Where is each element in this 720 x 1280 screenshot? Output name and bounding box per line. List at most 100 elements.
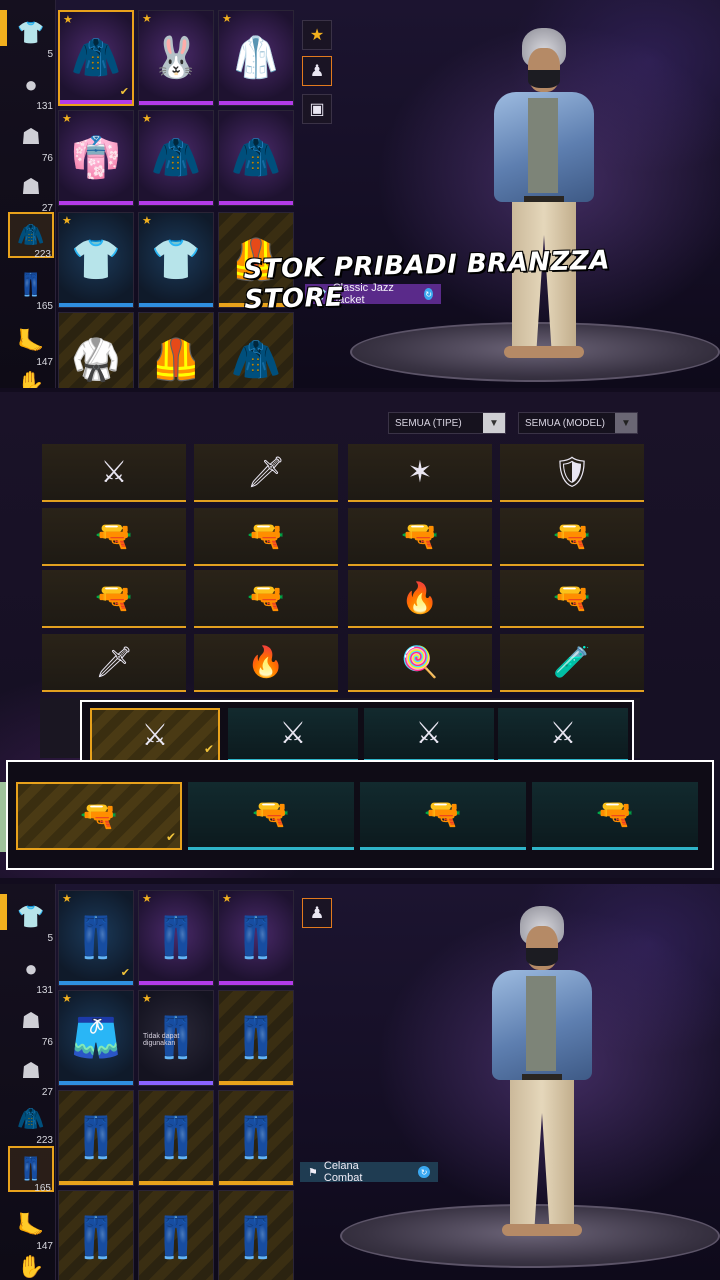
katana-slot[interactable]: ⚔ — [364, 708, 494, 762]
katana-slot[interactable]: ⚔ ✔ — [90, 708, 220, 762]
shotgun-slot[interactable]: 🔫 — [188, 782, 354, 850]
rail-category-pants[interactable]: 👖 165 — [8, 1146, 54, 1194]
rail-category-mask[interactable]: ☗ 76 — [8, 998, 54, 1049]
katana-slot[interactable]: ⚔ — [228, 708, 358, 762]
item-preview: 👕 — [151, 238, 201, 282]
item-slot[interactable]: 👖 — [218, 1190, 294, 1280]
item-slot[interactable]: 👖 — [218, 990, 294, 1086]
rail-category-mask[interactable]: ☗ 76 — [8, 114, 54, 165]
star-icon: ★ — [63, 14, 73, 26]
shotgun-slot[interactable]: 🔫 — [360, 782, 526, 850]
weapon-slot[interactable]: 🔫 — [500, 570, 644, 628]
weapon-slot[interactable]: 🔥 — [194, 634, 338, 692]
weapon-slot[interactable]: 🔫 — [42, 570, 186, 628]
weapon-preview: 🔫 — [553, 581, 591, 615]
item-preview: 🧥 — [231, 338, 281, 382]
weapon-slot[interactable]: 🔫 — [42, 508, 186, 566]
feet-icon: 🦶 — [17, 1212, 45, 1237]
item-slot[interactable]: 👖 ★ Tidak dapat digunakan — [138, 990, 214, 1086]
weapon-slot[interactable]: 🍭 — [348, 634, 492, 692]
rail-category-jacket[interactable]: 🧥 223 — [8, 1096, 54, 1147]
rail-category-feet[interactable]: 🦶 147 — [8, 1202, 54, 1253]
item-slot[interactable]: 👖 — [138, 1190, 214, 1280]
weapon-slot[interactable]: 🔫 — [194, 508, 338, 566]
item-preview: 👖 — [71, 1216, 121, 1260]
rail-category-shirt[interactable]: 👕 5 — [8, 894, 54, 945]
item-slot[interactable]: 🥋 — [58, 312, 134, 388]
filter-outfit-button[interactable]: ♟ — [302, 898, 332, 928]
weapon-preview: 🔫 — [252, 798, 290, 831]
item-preview: 👘 — [71, 136, 121, 180]
filter-card-button[interactable]: ▣ — [302, 94, 332, 124]
shotgun-slot[interactable]: 🔫 — [532, 782, 698, 850]
star-icon: ★ — [142, 13, 152, 25]
weapon-preview: 🔫 — [95, 519, 133, 553]
rail-category-hair[interactable]: ● 131 — [8, 946, 54, 997]
filter-star-button[interactable]: ★ — [302, 20, 332, 50]
weapon-slot[interactable]: 🔫 — [194, 570, 338, 628]
rarity-bar — [219, 1081, 293, 1085]
rarity-bar — [139, 201, 213, 205]
rarity-bar — [59, 201, 133, 205]
shotgun-slot[interactable]: 🔫 ✔ — [16, 782, 182, 850]
shirt-icon: 👕 — [17, 20, 45, 45]
rail-category-head[interactable]: ☗ 27 — [8, 164, 54, 215]
weapon-slot[interactable]: 🧪 — [500, 634, 644, 692]
rail-category-hair[interactable]: ● 131 — [8, 62, 54, 113]
item-slot[interactable]: 👖 — [58, 1090, 134, 1186]
star-icon: ★ — [62, 113, 72, 125]
character-model[interactable] — [488, 28, 600, 368]
weapon-slot[interactable]: ✶ — [348, 444, 492, 502]
item-preview: 👖 — [151, 1216, 201, 1260]
item-slot[interactable]: 🧥 — [218, 110, 294, 206]
item-slot[interactable]: 👕 ★ — [138, 212, 214, 308]
item-slot[interactable]: 🥼 ★ — [218, 10, 294, 106]
item-slot[interactable]: 👖 ★ ✔ — [58, 890, 134, 986]
rail-category-emote[interactable]: ✋ — [8, 360, 54, 389]
rarity-bar — [139, 303, 213, 307]
weapon-slot[interactable]: 🔥 — [348, 570, 492, 628]
model-filter-dropdown[interactable]: SEMUA (MODEL) ▼ — [518, 412, 638, 434]
item-slot[interactable]: 👖 — [58, 1190, 134, 1280]
info-icon[interactable]: ↻ — [418, 1166, 430, 1178]
item-slot[interactable]: 🧥 ★ ✔ — [58, 10, 134, 106]
item-slot[interactable]: 👖 — [218, 1090, 294, 1186]
weapon-slot[interactable]: 🗡 — [42, 634, 186, 692]
weapon-preview: 🔥 — [247, 645, 285, 679]
item-slot[interactable]: 🐰 ★ — [138, 10, 214, 106]
katana-slot[interactable]: ⚔ — [498, 708, 628, 762]
hair-icon: ● — [24, 72, 38, 97]
outfit-icon: ♟ — [309, 63, 325, 80]
equipped-check-icon: ✔ — [119, 86, 129, 98]
item-slot[interactable]: 👖 ★ — [218, 890, 294, 986]
item-slot[interactable]: 👖 — [138, 1090, 214, 1186]
item-slot[interactable]: 👕 ★ — [58, 212, 134, 308]
character-model[interactable] — [486, 906, 598, 1246]
wardrobe-bottom-panel: 👕5●131☗76☗27🧥223👖165🦶147✋4 👖★✔👖★👖★🩳★👖★Ti… — [0, 884, 720, 1280]
weapon-slot[interactable]: 🔫 — [500, 508, 644, 566]
type-filter-dropdown[interactable]: SEMUA (TIPE) ▼ — [388, 412, 506, 434]
item-slot[interactable]: 🩳 ★ — [58, 990, 134, 1086]
filter-outfit-button[interactable]: ♟ — [302, 56, 332, 86]
item-preview: 🦺 — [151, 338, 201, 382]
item-slot[interactable]: 🧥 — [218, 312, 294, 388]
item-slot[interactable]: 🧥 ★ — [138, 110, 214, 206]
item-slot[interactable]: 🦺 — [138, 312, 214, 388]
rail-category-head[interactable]: ☗ 27 — [8, 1048, 54, 1099]
rail-category-emote[interactable]: ✋4 — [8, 1244, 54, 1280]
item-preview: 👖 — [71, 1116, 121, 1160]
item-slot[interactable]: 👘 ★ — [58, 110, 134, 206]
weapon-slot[interactable]: 🔫 — [348, 508, 492, 566]
weapon-slot[interactable]: ⚔ — [42, 444, 186, 502]
rail-category-shirt[interactable]: 👕 5 — [8, 10, 54, 61]
weapon-preview: 🗡 — [246, 455, 286, 489]
rail-category-pants[interactable]: 👖 165 — [8, 262, 54, 313]
weapon-preview: 🔫 — [401, 519, 439, 553]
rail-category-feet[interactable]: 🦶 147 — [8, 318, 54, 369]
rarity-bar — [219, 981, 293, 985]
weapon-preview: ⚔ — [279, 717, 307, 750]
rail-category-jacket[interactable]: 🧥 223 — [8, 212, 54, 260]
weapon-slot[interactable]: 🛡 — [500, 444, 644, 502]
weapon-slot[interactable]: 🗡 — [194, 444, 338, 502]
item-slot[interactable]: 👖 ★ — [138, 890, 214, 986]
